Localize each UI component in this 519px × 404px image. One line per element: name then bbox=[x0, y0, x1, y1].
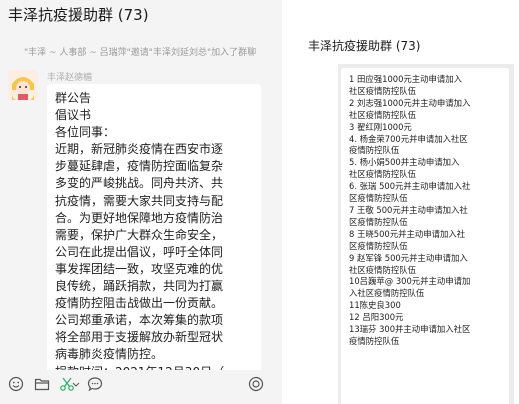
list-item: 1 田应强1000元主动申请加入 bbox=[349, 74, 463, 84]
list-item: 5. 杨小娟500并主动申请加入 bbox=[349, 157, 460, 168]
chat-window-left: 丰泽抗疫援助群 (73) "丰泽 ~ 人事部 ~ 吕瑞萍"邀请"丰泽刘延刘总"加… bbox=[0, 0, 282, 404]
list-item: 社区疫情防控队伍 bbox=[349, 264, 416, 275]
list-item: 4. 杨金荣700元并申请加入社区 bbox=[349, 133, 468, 144]
message-line: 多变的严峻挑战。同舟共济、共 bbox=[55, 176, 224, 191]
sender-name: 丰泽赵德楣 bbox=[47, 73, 93, 83]
message-line: 事发挥团结一致，攻坚克难的优 bbox=[55, 261, 224, 276]
chat-title: 丰泽抗疫援助群 (73) bbox=[308, 39, 421, 53]
message-text: 群公告 倡议书 各位同事： 近期，新冠肺炎疫情在西安市逐 步蔓延肆虐，疫情防控面… bbox=[55, 90, 255, 374]
list-item: 疫情防控队伍 bbox=[349, 145, 400, 156]
message-line: 抗疫情，需要大家共同支持与配 bbox=[55, 193, 224, 208]
emoji-icon[interactable] bbox=[7, 375, 25, 393]
message-line: 步蔓延肆虐，疫情防控面临复杂 bbox=[55, 159, 224, 174]
list-item: 11陈史良300 bbox=[349, 300, 401, 311]
list-item: 区疫情防控队伍 bbox=[349, 240, 408, 251]
chat-icon[interactable] bbox=[86, 375, 104, 393]
message-line: 病毒肺炎疫情防控。 bbox=[55, 347, 164, 362]
list-item: 疫情防控队伍 bbox=[349, 335, 400, 346]
message-line: 群公告 bbox=[55, 91, 92, 105]
chat-header: 丰泽抗疫援助群 (73) bbox=[0, 0, 282, 30]
donation-list: 1 田应强1000元主动申请加入 社区疫情防控队伍 2 刘志强1000元并主动申… bbox=[349, 74, 507, 348]
message-line: 疫情防控阻击战做出一份贡献。 bbox=[55, 296, 224, 311]
message-line: 公司在此提出倡议，呼吁全体同 bbox=[55, 244, 224, 259]
list-item: 7 王敬 500元并主动申请加入社 bbox=[349, 204, 468, 215]
folder-icon[interactable] bbox=[33, 375, 51, 393]
list-item: 10吕巍苹@ 300元并主动申请加 bbox=[349, 276, 471, 287]
list-item: 社区疫情防控队伍 bbox=[349, 109, 416, 120]
message-line: 近期，新冠肺炎疫情在西安市逐 bbox=[55, 142, 224, 157]
input-toolbar bbox=[0, 370, 282, 404]
list-item: 9 赵军锋 500元并主动申请加入 bbox=[349, 252, 468, 263]
list-item: 13瑞芬 300并主动申请加入社区 bbox=[349, 324, 471, 335]
chat-title: 丰泽抗疫援助群 (73) bbox=[8, 6, 149, 24]
list-item: 12 吕阳300元 bbox=[349, 312, 404, 323]
message-bubble[interactable]: 群公告 倡议书 各位同事： 近期，新冠肺炎疫情在西安市逐 步蔓延肆虐，疫情防控面… bbox=[47, 84, 261, 374]
list-item: 2 刘志强1000元并主动申请加入 bbox=[349, 97, 471, 108]
list-item: 区疫情防控队伍 bbox=[349, 193, 408, 204]
message-line: 各位同事： bbox=[55, 125, 116, 140]
message-line: 将全部用于支援解放办新型冠状 bbox=[55, 330, 224, 345]
list-item: 入社区疫情防控队伍 bbox=[349, 288, 425, 299]
message-line: 良传统，踊跃捐款，共同为打赢 bbox=[55, 279, 224, 294]
list-item: 区疫情防控队伍 bbox=[349, 216, 408, 227]
list-item: 8 王晓500元并主动申请加入社 bbox=[349, 228, 466, 239]
message-line: 需要，保护广大群众生命安全， bbox=[55, 227, 224, 242]
chat-window-right: 丰泽抗疫援助群 (73) 1 田应强1000元主动申请加入 社区疫情防控队伍 2… bbox=[282, 0, 519, 404]
message-line: 合。为更好地保障地方疫情防治 bbox=[55, 210, 224, 225]
message-line: 公司郑重承诺，本次筹集的款项 bbox=[55, 313, 224, 328]
chat-header: 丰泽抗疫援助群 (73) bbox=[282, 28, 519, 60]
chevron-down-icon[interactable] bbox=[71, 375, 81, 393]
record-icon[interactable] bbox=[247, 375, 265, 393]
message-bubble[interactable]: 1 田应强1000元主动申请加入 社区疫情防控队伍 2 刘志强1000元并主动申… bbox=[338, 64, 514, 404]
list-item: 社区疫情防控队伍 bbox=[349, 169, 416, 180]
list-item: 6. 张瑞 500元并主动申请加入社 bbox=[349, 181, 471, 192]
message-line: 倡议书 bbox=[55, 108, 92, 123]
avatar[interactable] bbox=[8, 70, 38, 100]
message-card: 1 田应强1000元主动申请加入 社区疫情防控队伍 2 刘志强1000元并主动申… bbox=[341, 68, 509, 404]
list-item: 社区疫情防控队伍 bbox=[349, 85, 416, 96]
system-message: "丰泽 ~ 人事部 ~ 吕瑞萍"邀请"丰泽刘延刘总"加入了群聊 bbox=[24, 48, 257, 58]
list-item: 3 翟红刚1000元 bbox=[349, 121, 412, 132]
